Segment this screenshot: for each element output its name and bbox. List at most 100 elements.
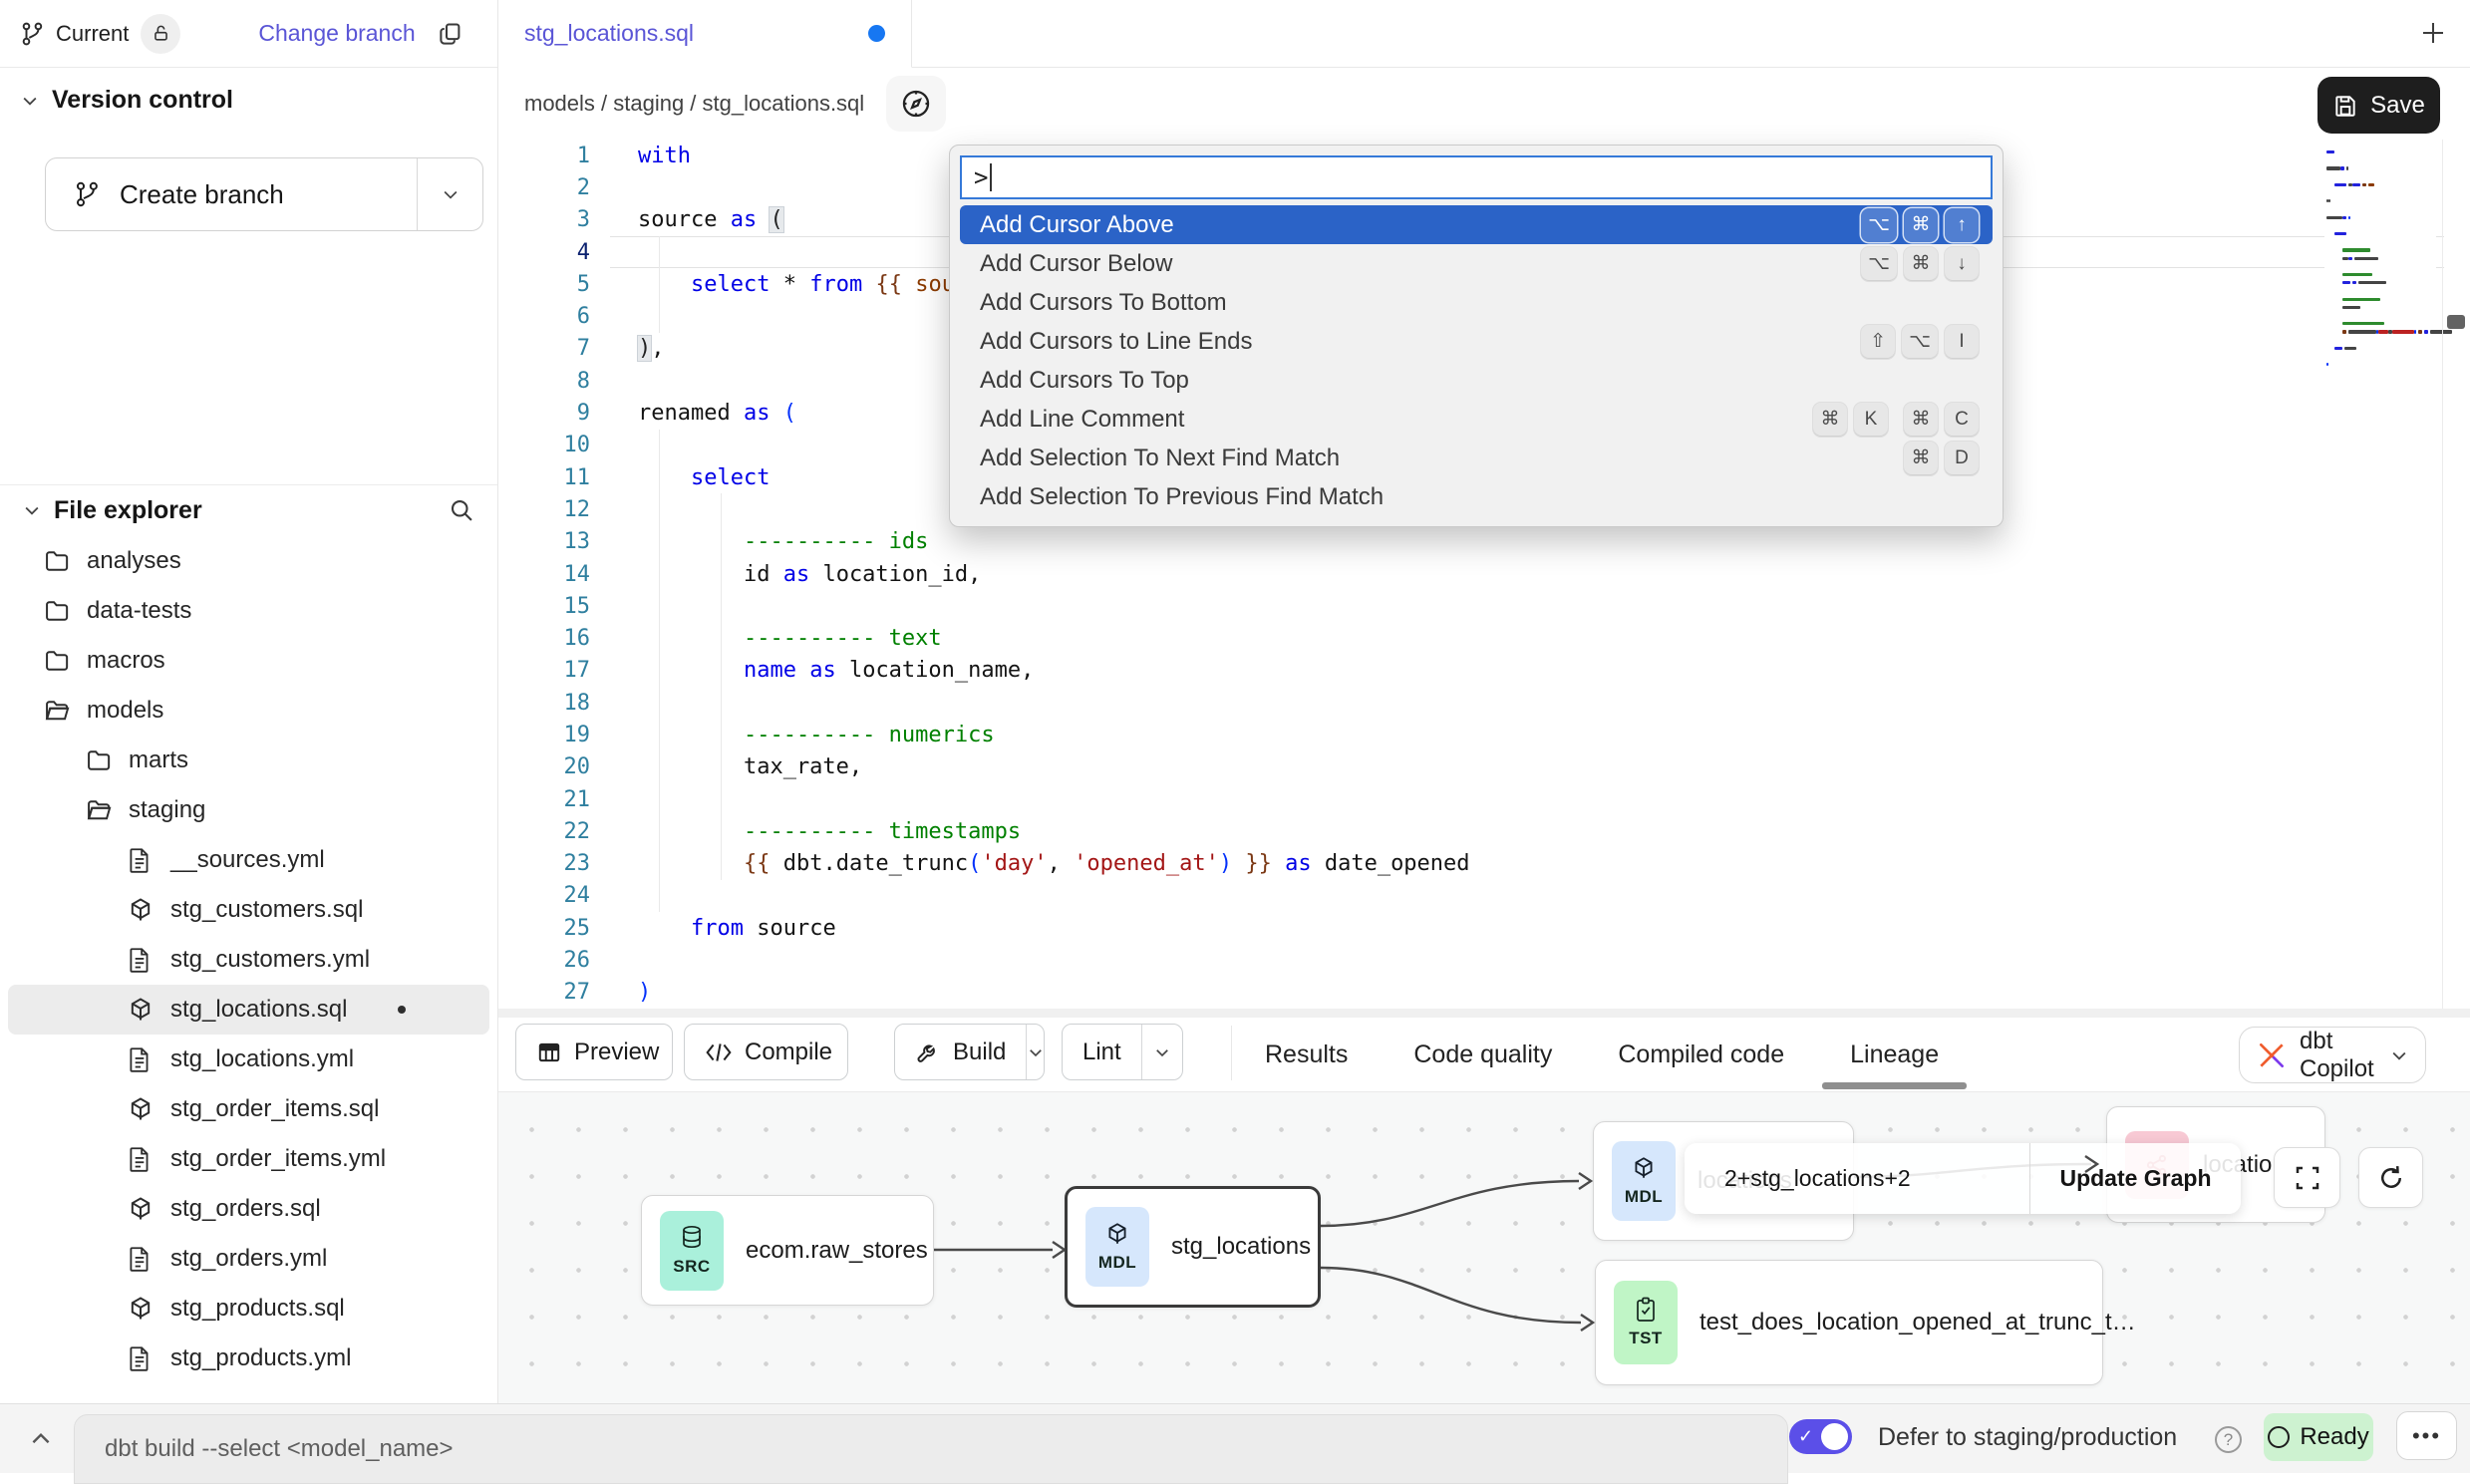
palette-query: > [974, 163, 988, 191]
text-cursor [990, 163, 992, 191]
keyboard-key: ⌘ [1904, 208, 1938, 242]
file-icon [127, 946, 156, 974]
tree-item--sources-yml[interactable]: __sources.yml [0, 835, 497, 885]
tab-results[interactable]: Results [1265, 1040, 1348, 1069]
compile-button[interactable]: Compile [684, 1024, 848, 1080]
tree-item-stg-products-sql[interactable]: stg_products.sql [0, 1284, 497, 1334]
fullscreen-button[interactable] [2274, 1147, 2340, 1208]
palette-item-add-cursors-to-top[interactable]: Add Cursors To Top [960, 361, 1993, 400]
compass-icon[interactable] [886, 76, 946, 132]
tree-item-stg-orders-yml[interactable]: stg_orders.yml [0, 1234, 497, 1284]
palette-item-add-cursor-below[interactable]: Add Cursor Below⌥⌘↓ [960, 244, 1993, 283]
tab-compiled-code[interactable]: Compiled code [1618, 1040, 1784, 1069]
new-tab-icon[interactable] [2418, 18, 2448, 48]
help-icon[interactable]: ? [2215, 1426, 2242, 1453]
tree-item-label: stg_orders.sql [170, 1195, 321, 1223]
tree-item-analyses[interactable]: analyses [0, 536, 497, 586]
tab-title: stg_locations.sql [524, 20, 694, 47]
dbt-copilot-button[interactable]: dbt Copilot [2239, 1027, 2426, 1083]
tree-item-stg-order-items-yml[interactable]: stg_order_items.yml [0, 1134, 497, 1184]
update-graph-button[interactable]: Update Graph [2029, 1143, 2241, 1214]
editor-hscrollbar[interactable] [498, 1009, 2470, 1018]
copy-icon[interactable] [438, 20, 464, 47]
lineage-node-ecom-raw-stores[interactable]: SRC ecom.raw_stores [641, 1195, 934, 1306]
scrollbar-thumb[interactable] [2447, 315, 2465, 329]
lineage-canvas[interactable]: MDL locations locations SRC ecom.raw_sto… [498, 1092, 2470, 1403]
create-branch-dropdown[interactable] [417, 158, 482, 230]
dbt-command-input[interactable]: dbt build --select <model_name> [74, 1414, 1788, 1484]
keyboard-key: ⌥ [1861, 208, 1897, 242]
keyboard-key: ⌥ [1861, 247, 1897, 281]
file-icon [127, 1045, 156, 1073]
line-number: 18 [498, 691, 590, 716]
line-number: 25 [498, 916, 590, 941]
palette-item-label: Add Selection To Previous Find Match [980, 483, 1384, 511]
tree-item-stg-orders-sql[interactable]: stg_orders.sql [0, 1184, 497, 1234]
tree-item-stg-customers-yml[interactable]: stg_customers.yml [0, 935, 497, 985]
line-number: 26 [498, 948, 590, 973]
tree-item-stg-customers-sql[interactable]: stg_customers.sql [0, 885, 497, 935]
tree-item-marts[interactable]: marts [0, 736, 497, 785]
tree-item-stg-products-yml[interactable]: stg_products.yml [0, 1334, 497, 1383]
git-branch-icon [74, 180, 102, 208]
refresh-button[interactable] [2358, 1147, 2423, 1208]
line-number: 19 [498, 723, 590, 747]
version-control-title: Version control [52, 86, 233, 115]
search-icon[interactable] [448, 496, 475, 524]
palette-item-add-selection-to-previous-find-match[interactable]: Add Selection To Previous Find Match [960, 477, 1993, 516]
palette-item-add-cursor-above[interactable]: Add Cursor Above⌥⌘↑ [960, 205, 1993, 244]
palette-item-add-selection-to-next-find-match[interactable]: Add Selection To Next Find Match⌘D [960, 439, 1993, 477]
tree-item-staging[interactable]: staging [0, 785, 497, 835]
model-icon [127, 996, 156, 1024]
tab-code-quality[interactable]: Code quality [1413, 1040, 1552, 1069]
change-branch-link[interactable]: Change branch [258, 20, 415, 47]
save-button[interactable]: Save [2317, 77, 2440, 134]
line-number: 4 [498, 240, 590, 265]
lint-dropdown[interactable] [1141, 1025, 1182, 1079]
file-icon [127, 1145, 156, 1173]
build-button[interactable]: Build [894, 1024, 1045, 1080]
code-line-26: 26 [498, 944, 2470, 976]
palette-item-label: Add Selection To Next Find Match [980, 445, 1340, 472]
file-icon [127, 846, 156, 874]
tree-item-stg-order-items-sql[interactable]: stg_order_items.sql [0, 1084, 497, 1134]
line-number: 9 [498, 401, 590, 426]
tree-item-models[interactable]: models [0, 686, 497, 736]
chevron-down-icon[interactable] [20, 91, 40, 111]
preview-button[interactable]: Preview [515, 1024, 673, 1080]
more-options-button[interactable]: ••• [2396, 1411, 2457, 1460]
lint-button[interactable]: Lint [1062, 1024, 1183, 1080]
build-dropdown[interactable] [1026, 1025, 1045, 1079]
tree-item-stg-locations-yml[interactable]: stg_locations.yml [0, 1035, 497, 1084]
palette-item-label: Add Cursor Above [980, 211, 1174, 239]
line-number: 10 [498, 433, 590, 457]
line-number: 11 [498, 465, 590, 490]
line-number: 6 [498, 304, 590, 329]
keyboard-key: ⌘ [1904, 403, 1938, 437]
lineage-search-input[interactable]: 2+stg_locations+2 [1685, 1143, 2029, 1214]
code-line-17: 17 name as location_name, [498, 655, 2470, 687]
chevron-down-icon[interactable] [22, 500, 42, 520]
chevron-up-icon[interactable] [28, 1426, 54, 1452]
tree-item-stg-locations-sql[interactable]: stg_locations.sql [8, 985, 489, 1035]
minimap[interactable] [2324, 145, 2436, 1002]
tree-item-data-tests[interactable]: data-tests [0, 586, 497, 636]
palette-item-label: Add Line Comment [980, 406, 1184, 434]
defer-toggle[interactable]: ✓ [1789, 1419, 1852, 1454]
chevron-down-icon [2389, 1045, 2409, 1065]
tab-lineage[interactable]: Lineage [1850, 1040, 1939, 1069]
palette-item-add-line-comment[interactable]: Add Line Comment⌘K⌘C [960, 400, 1993, 439]
line-number: 8 [498, 369, 590, 394]
keyboard-key: ⌥ [1902, 325, 1938, 359]
defer-label: Defer to staging/production [1878, 1423, 2177, 1452]
palette-item-add-cursors-to-bottom[interactable]: Add Cursors To Bottom [960, 283, 1993, 322]
tab-stg-locations-sql[interactable]: stg_locations.sql [498, 0, 912, 68]
lineage-node-stg-locations[interactable]: MDL stg_locations [1065, 1186, 1321, 1308]
palette-item-add-cursors-to-line-ends[interactable]: Add Cursors to Line Ends⇧⌥I [960, 322, 1993, 361]
create-branch-button[interactable]: Create branch [45, 157, 483, 231]
command-palette-input[interactable]: > [960, 155, 1993, 199]
line-number: 20 [498, 754, 590, 779]
tree-item-macros[interactable]: macros [0, 636, 497, 686]
lineage-node-test[interactable]: TST test_does_location_opened_at_trunc_t… [1595, 1260, 2103, 1385]
palette-item-label: Add Cursors To Bottom [980, 289, 1227, 317]
